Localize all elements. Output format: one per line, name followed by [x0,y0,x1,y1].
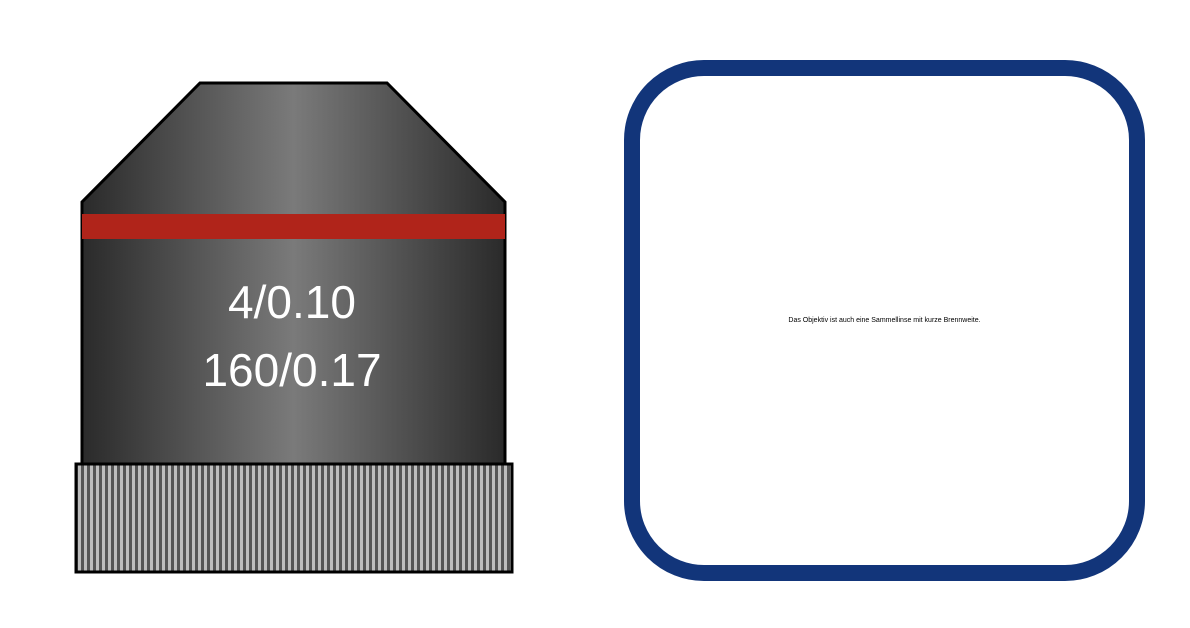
info-card: Das Objektiv ist auch eine Sammellinse m… [624,60,1145,581]
knurled-ring [74,462,514,574]
info-card-text: Das Objektiv ist auch eine Sammellinse m… [788,317,981,324]
objective-body [80,81,507,467]
tube-length-coverslip-label: 160/0.17 [202,344,381,396]
magnification-na-label: 4/0.10 [228,276,356,328]
microscope-objective-illustration: 4/0.10 160/0.17 [74,81,514,574]
color-code-band [82,214,505,239]
lens-diagram: 4/0.10 160/0.17 Das Objektiv ist auch ei… [0,0,1190,628]
